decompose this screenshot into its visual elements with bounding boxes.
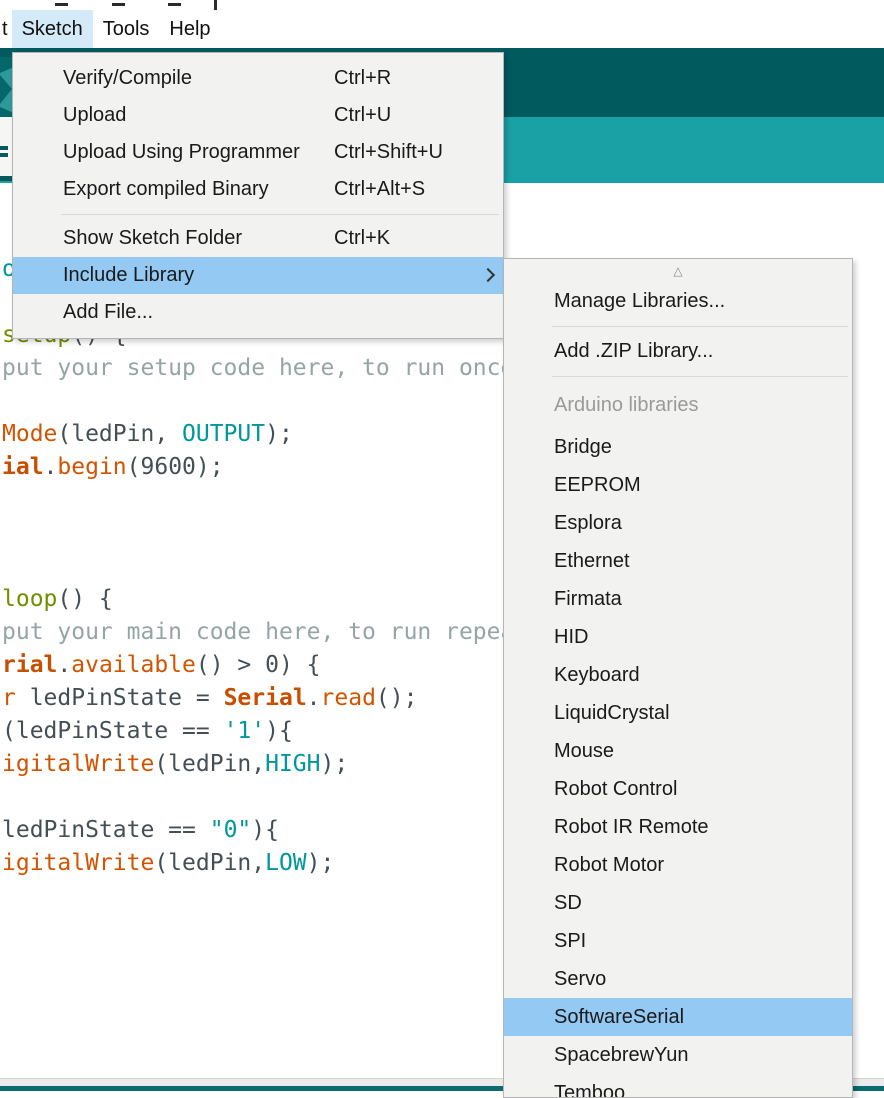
submenu-item-add-zip-library[interactable]: Add .ZIP Library... xyxy=(504,332,852,370)
menu-item-label: Add File... xyxy=(63,301,153,324)
menu-edit-partial[interactable]: t xyxy=(0,18,12,41)
submenu-item-robot-control[interactable]: Robot Control xyxy=(504,770,852,808)
submenu-item-label: Bridge xyxy=(554,436,612,459)
code-line: igitalWrite(ledPin,LOW); xyxy=(2,847,334,880)
submenu-item-label: Robot IR Remote xyxy=(554,816,709,839)
submenu-item-label: SoftwareSerial xyxy=(554,1006,684,1029)
code-line: r ledPinState = Serial.read(); xyxy=(2,682,417,715)
submenu-item-eeprom[interactable]: EEPROM xyxy=(504,466,852,504)
menu-sketch[interactable]: Sketch xyxy=(12,10,93,48)
sketch-menu-item-export-compiled-binary[interactable]: Export compiled Binary Ctrl+Alt+S xyxy=(13,171,503,208)
submenu-item-softwareserial[interactable]: SoftwareSerial xyxy=(504,998,852,1036)
submenu-item-label: SPI xyxy=(554,930,586,953)
menu-item-label: Export compiled Binary xyxy=(63,178,269,201)
code-line: ledPinState == "0"){ xyxy=(2,814,279,847)
submenu-item-label: Manage Libraries... xyxy=(554,290,725,313)
menu-bar: t Sketch Tools Help xyxy=(0,10,884,48)
code-line: rial.available() > 0) { xyxy=(2,649,321,682)
submenu-item-label: Ethernet xyxy=(554,550,630,573)
menu-tools[interactable]: Tools xyxy=(93,10,160,48)
submenu-item-esplora[interactable]: Esplora xyxy=(504,504,852,542)
menu-separator xyxy=(504,320,852,332)
menu-separator xyxy=(504,370,852,382)
submenu-item-keyboard[interactable]: Keyboard xyxy=(504,656,852,694)
menu-help[interactable]: Help xyxy=(159,10,220,48)
submenu-item-label: Arduino libraries xyxy=(554,394,699,417)
submenu-item-ethernet[interactable]: Ethernet xyxy=(504,542,852,580)
sketch-menu-item-show-sketch-folder[interactable]: Show Sketch Folder Ctrl+K xyxy=(13,220,503,257)
submenu-item-label: LiquidCrystal xyxy=(554,702,670,725)
submenu-item-firmata[interactable]: Firmata xyxy=(504,580,852,618)
code-line: ial.begin(9600); xyxy=(2,451,224,484)
tab-text-fragment xyxy=(0,146,8,150)
submenu-item-manage-libraries[interactable]: Manage Libraries... xyxy=(504,282,852,320)
menu-item-shortcut: Ctrl+K xyxy=(334,227,390,250)
sketch-menu-item-include-library[interactable]: Include Library xyxy=(13,257,503,294)
submenu-arrow-icon xyxy=(481,268,495,282)
code-line: put your setup code here, to run once: xyxy=(2,352,528,385)
submenu-item-label: SpacebrewYun xyxy=(554,1044,689,1067)
sketch-menu-item-upload-using-programmer[interactable]: Upload Using Programmer Ctrl+Shift+U xyxy=(13,134,503,171)
submenu-item-sd[interactable]: SD xyxy=(504,884,852,922)
submenu-item-label: Add .ZIP Library... xyxy=(554,340,713,363)
submenu-item-hid[interactable]: HID xyxy=(504,618,852,656)
submenu-item-robot-motor[interactable]: Robot Motor xyxy=(504,846,852,884)
submenu-item-liquidcrystal[interactable]: LiquidCrystal xyxy=(504,694,852,732)
menu-item-shortcut: Ctrl+U xyxy=(334,104,391,127)
menu-item-label: Show Sketch Folder xyxy=(63,227,242,250)
submenu-item-spacebrewyun[interactable]: SpacebrewYun xyxy=(504,1036,852,1074)
code-line: (ledPinState == '1'){ xyxy=(2,715,293,748)
code-line: Mode(ledPin, OUTPUT); xyxy=(2,418,293,451)
submenu-item-bridge[interactable]: Bridge xyxy=(504,428,852,466)
scroll-up-icon[interactable]: △ xyxy=(504,259,852,282)
menu-item-label: Verify/Compile xyxy=(63,67,192,90)
submenu-item-label: Temboo xyxy=(554,1082,625,1098)
sketch-menu-item-add-file[interactable]: Add File... xyxy=(13,294,503,331)
submenu-item-label: Servo xyxy=(554,968,606,991)
sketch-menu-item-upload[interactable]: Upload Ctrl+U xyxy=(13,97,503,134)
submenu-item-spi[interactable]: SPI xyxy=(504,922,852,960)
include-library-submenu: △ Manage Libraries... Add .ZIP Library... A… xyxy=(503,258,853,1098)
submenu-section-arduino-libraries: Arduino libraries xyxy=(504,382,852,428)
menu-item-shortcut: Ctrl+R xyxy=(334,67,391,90)
submenu-item-label: EEPROM xyxy=(554,474,641,497)
menu-item-label: Include Library xyxy=(63,264,194,287)
submenu-item-label: Esplora xyxy=(554,512,622,535)
submenu-item-label: SD xyxy=(554,892,582,915)
tab-text-fragment xyxy=(0,153,8,157)
submenu-item-robot-ir-remote[interactable]: Robot IR Remote xyxy=(504,808,852,846)
submenu-item-label: Firmata xyxy=(554,588,622,611)
sketch-menu-item-verify-compile[interactable]: Verify/Compile Ctrl+R xyxy=(13,60,503,97)
submenu-item-label: Keyboard xyxy=(554,664,640,687)
submenu-item-servo[interactable]: Servo xyxy=(504,960,852,998)
code-line: igitalWrite(ledPin,HIGH); xyxy=(2,748,348,781)
menu-item-label: Upload Using Programmer xyxy=(63,141,300,164)
menu-item-shortcut: Ctrl+Alt+S xyxy=(334,178,425,201)
submenu-item-label: Robot Motor xyxy=(554,854,664,877)
code-line: loop() { xyxy=(2,583,113,616)
submenu-item-temboo[interactable]: Temboo xyxy=(504,1074,852,1098)
menu-item-shortcut: Ctrl+Shift+U xyxy=(334,141,443,164)
sketch-menu: Verify/Compile Ctrl+R Upload Ctrl+U Upload U… xyxy=(12,52,504,339)
submenu-item-label: Mouse xyxy=(554,740,614,763)
submenu-item-label: HID xyxy=(554,626,588,649)
menu-item-label: Upload xyxy=(63,104,126,127)
menu-separator xyxy=(13,208,503,220)
submenu-item-label: Robot Control xyxy=(554,778,677,801)
submenu-item-mouse[interactable]: Mouse xyxy=(504,732,852,770)
